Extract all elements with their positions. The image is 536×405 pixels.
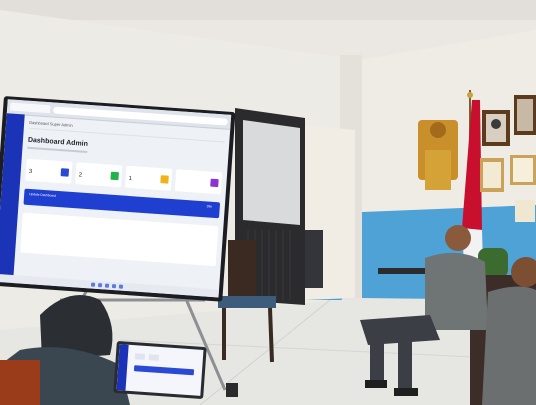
laptop-sidebar: [116, 344, 129, 391]
laptop-card: [134, 353, 146, 360]
taskbar-app-icon[interactable]: [118, 284, 124, 289]
stat-value: 3: [28, 168, 33, 176]
tv-display: Dashboard Super Admin Dashboard Admin 3 …: [0, 96, 236, 302]
taskbar-app-icon[interactable]: [104, 283, 110, 288]
stat-value: 1: [128, 175, 133, 183]
stats-row: 3 2 1: [25, 158, 223, 195]
photo-scene: Dashboard Super Admin Dashboard Admin 3 …: [0, 0, 536, 405]
banner-percent: 0%: [206, 204, 212, 209]
stat-card[interactable]: [174, 169, 223, 195]
laptop-screen: [116, 344, 204, 396]
browser-tab[interactable]: [10, 102, 51, 114]
app-main: Dashboard Super Admin Dashboard Admin 3 …: [13, 114, 230, 297]
laptop: [113, 340, 207, 400]
dashboard-subtitle: [27, 146, 88, 153]
laptop-banner: [133, 365, 195, 376]
content-panel: [20, 212, 219, 267]
stat-card[interactable]: 2: [75, 162, 123, 188]
stat-icon: [160, 175, 169, 184]
stat-icon: [110, 171, 119, 181]
dashboard-app: Dashboard Super Admin Dashboard Admin 3 …: [0, 113, 230, 297]
tv-screen: Dashboard Super Admin Dashboard Admin 3 …: [0, 99, 232, 298]
taskbar-app-icon[interactable]: [97, 283, 103, 288]
laptop-card: [148, 354, 160, 361]
stat-icon: [210, 178, 219, 188]
taskbar-app-icon[interactable]: [111, 284, 117, 289]
taskbar-app-icon[interactable]: [90, 282, 96, 287]
stat-card[interactable]: 3: [25, 158, 73, 184]
banner-label: Update Dashboard: [29, 192, 57, 198]
stat-value: 2: [78, 172, 83, 179]
stat-card[interactable]: 1: [124, 165, 173, 191]
stat-icon: [60, 168, 70, 177]
